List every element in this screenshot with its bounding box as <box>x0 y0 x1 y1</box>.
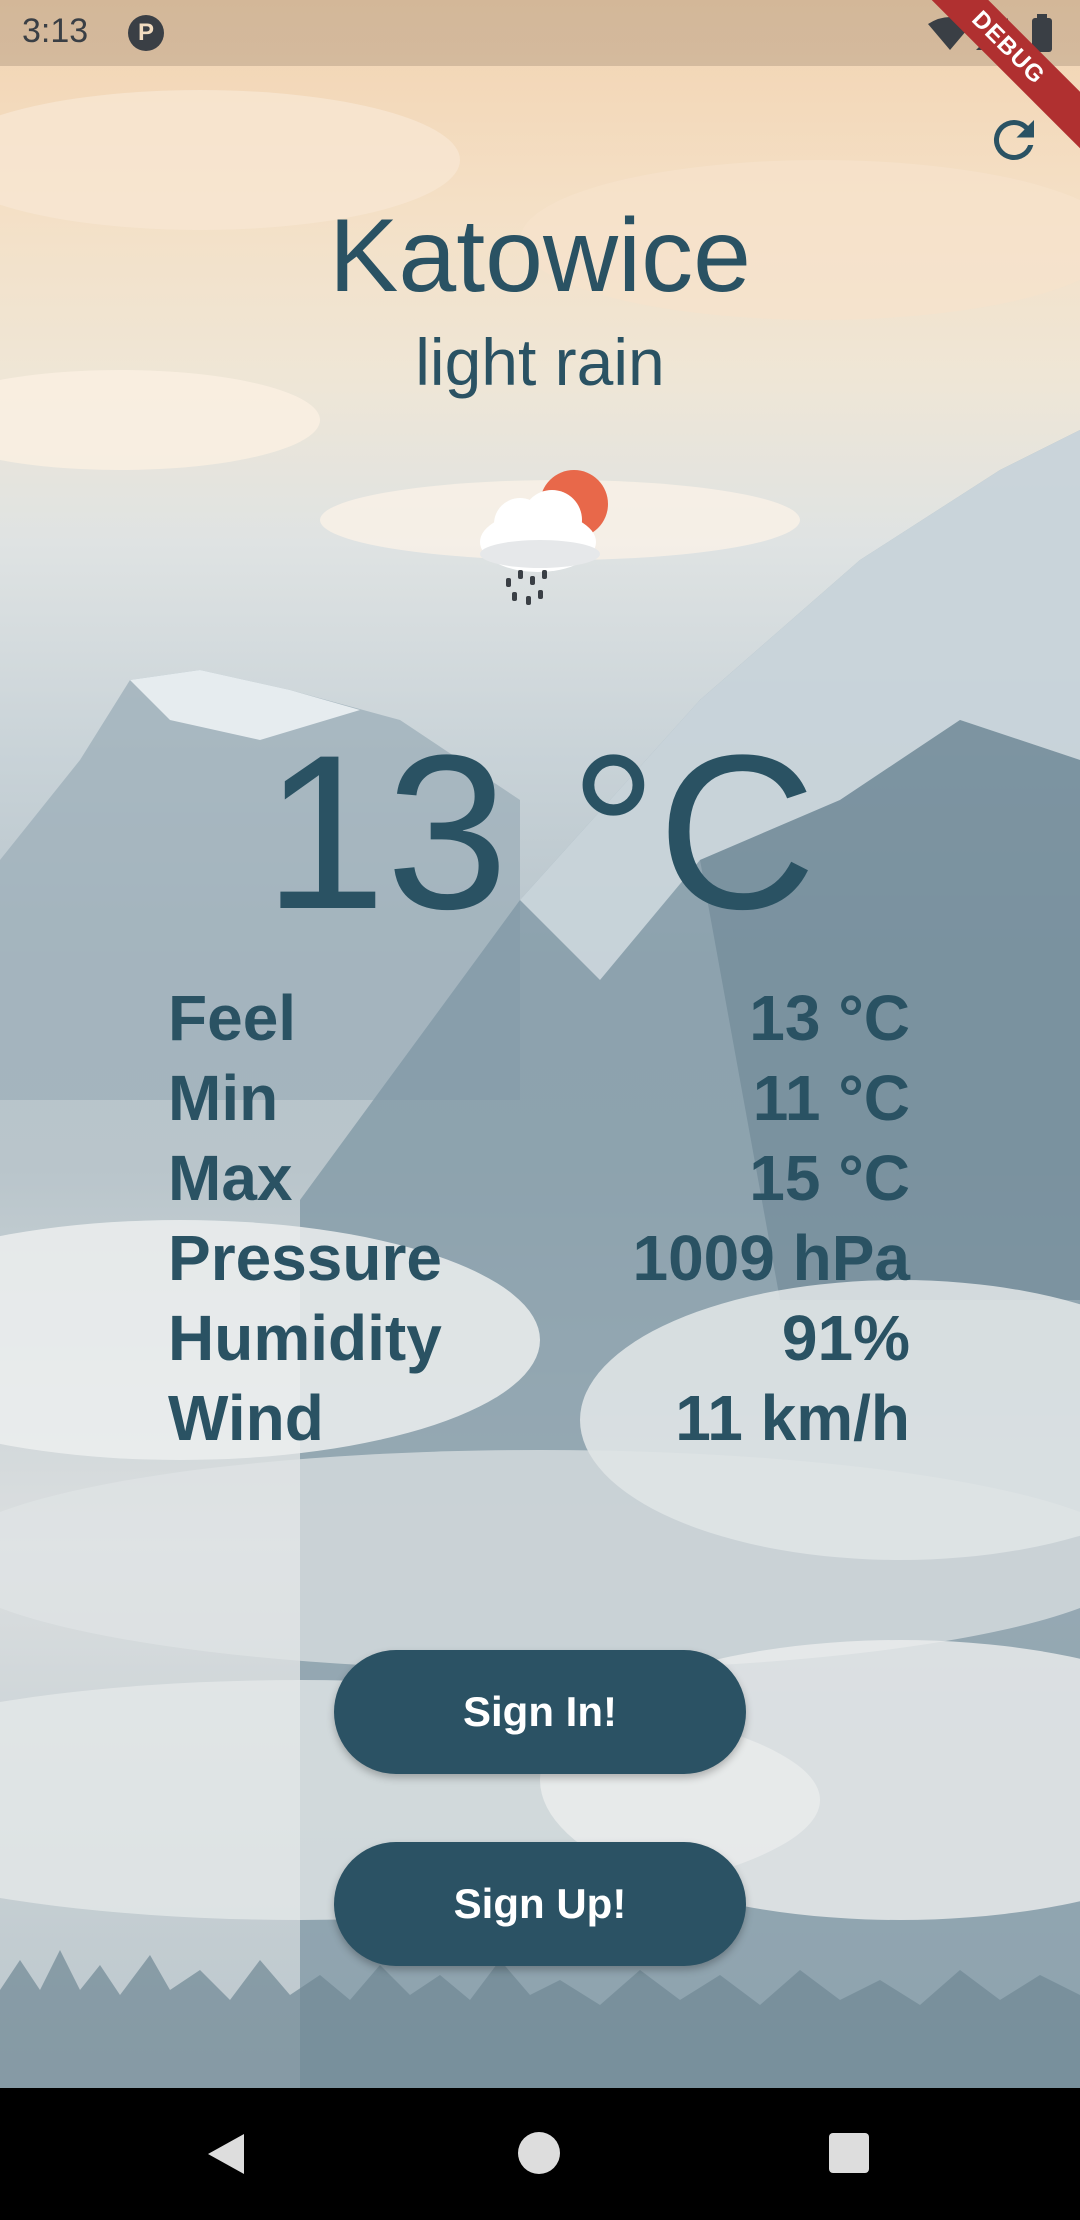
status-time: 3:13 <box>22 12 89 50</box>
refresh-icon[interactable] <box>984 110 1044 170</box>
stat-row-wind: Wind 11 km/h <box>168 1378 910 1458</box>
stat-label: Pressure <box>168 1222 442 1294</box>
app-screen: 3:13 P DEBUG Katowice light rain 13 °C F… <box>0 0 1080 2220</box>
stat-label: Max <box>168 1142 293 1214</box>
stat-row-humidity: Humidity 91% <box>168 1298 910 1378</box>
home-circle-icon[interactable] <box>518 2132 560 2174</box>
back-triangle-icon[interactable] <box>204 2132 246 2176</box>
stat-label: Wind <box>168 1382 324 1454</box>
stat-value: 11 km/h <box>675 1382 910 1454</box>
stat-value: 11 °C <box>752 1062 910 1134</box>
sign-up-button[interactable]: Sign Up! <box>334 1842 746 1966</box>
stat-value: 13 °C <box>749 982 910 1054</box>
stat-value: 15 °C <box>749 1142 910 1214</box>
stat-label: Humidity <box>168 1302 442 1374</box>
cloud-rain-sun-icon <box>480 470 608 605</box>
stat-value: 91% <box>781 1302 910 1374</box>
stat-row-min: Min 11 °C <box>168 1058 910 1138</box>
stat-label: Min <box>168 1062 279 1134</box>
stat-row-feel: Feel 13 °C <box>168 978 910 1058</box>
stat-label: Feel <box>168 982 297 1054</box>
city-name: Katowice <box>329 198 751 314</box>
weather-description: light rain <box>415 325 665 399</box>
weather-stats: Feel 13 °C Min 11 °C Max 15 °C Pressure … <box>168 978 910 1458</box>
notification-p-icon: P <box>128 15 164 51</box>
status-bar: 3:13 P <box>0 0 1080 66</box>
stat-value: 1009 hPa <box>632 1222 910 1294</box>
recents-square-icon[interactable] <box>829 2133 869 2173</box>
current-temperature: 13 °C <box>263 709 817 955</box>
sign-in-button[interactable]: Sign In! <box>334 1650 746 1774</box>
stat-row-pressure: Pressure 1009 hPa <box>168 1218 910 1298</box>
navigation-bar <box>0 2088 1080 2220</box>
stat-row-max: Max 15 °C <box>168 1138 910 1218</box>
